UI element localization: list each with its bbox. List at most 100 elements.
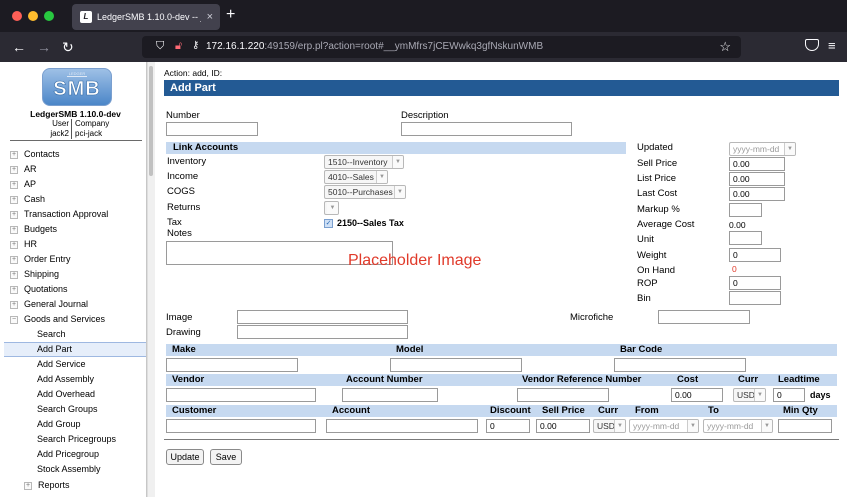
make-input[interactable] [166,358,298,372]
vendor-reference-input[interactable] [517,388,609,402]
sidebar-item-order-entry[interactable]: + Order Entry [4,252,146,267]
url-bar[interactable]: ⛉ 🔓︎ ⚷ 172.16.1.220:49159/erp.pl?action=… [142,36,741,58]
bin-input[interactable] [729,291,781,305]
sidebar-subitem-add-pricegroup[interactable]: Add Pricegroup [4,447,146,462]
sidebar-item-reports[interactable]: + Reports [4,478,146,493]
last-cost-input[interactable]: 0.00 [729,187,785,201]
window-minimize-button[interactable] [28,11,38,21]
sidebar-subitem-search-groups[interactable]: Search Groups [4,402,146,417]
updated-date-input[interactable]: yyyy-mm-dd ▼ [729,142,796,156]
sidebar-item-ar[interactable]: + AR [4,162,146,177]
microfiche-input[interactable] [658,310,750,324]
expand-icon[interactable]: + [10,151,18,159]
sidebar-item-ap[interactable]: + AP [4,177,146,192]
window-zoom-button[interactable] [44,11,54,21]
vendor-cost-input[interactable]: 0.00 [671,388,723,402]
vendor-currency-select[interactable]: USD ▼ [733,388,766,402]
leadtime-input[interactable]: 0 [773,388,805,402]
customer-sell-price-input[interactable]: 0.00 [536,419,590,433]
new-tab-button[interactable]: + [226,6,235,24]
customer-account-input[interactable] [326,419,478,433]
customer-currency-select[interactable]: USD ▼ [593,419,626,433]
star-icon[interactable]: ☆ [719,39,731,55]
tax-checkbox[interactable]: ✓ [324,219,333,228]
expand-icon[interactable]: + [10,181,18,189]
expand-icon[interactable]: + [10,256,18,264]
pocket-icon[interactable] [805,39,819,51]
sidebar-scroll-thumb[interactable] [149,66,153,176]
sidebar-item-quotations[interactable]: + Quotations [4,282,146,297]
update-button[interactable]: Update [166,449,204,465]
sidebar-subitem-add-part[interactable]: Add Part [4,342,146,357]
expand-icon[interactable]: + [10,271,18,279]
sidebar-subitem-stock-assembly[interactable]: Stock Assembly [4,462,146,477]
list-price-label: List Price [637,173,677,184]
browser-tab-active[interactable]: L LedgerSMB 1.10.0-dev -- jack2 × [72,4,220,30]
number-input[interactable] [166,122,258,136]
expand-icon[interactable]: + [24,482,32,490]
sidebar-item-contacts[interactable]: + Contacts [4,147,146,162]
model-input[interactable] [390,358,522,372]
microfiche-label: Microfiche [570,312,614,323]
sidebar-item-budgets[interactable]: + Budgets [4,222,146,237]
expand-icon[interactable]: + [10,211,18,219]
logo-text: SMB [53,78,101,101]
tab-close-icon[interactable]: × [207,10,213,24]
inventory-account-select[interactable]: 1510--Inventory ▼ [324,155,404,169]
account-number-col-header: Account Number [346,374,423,385]
rop-input[interactable]: 0 [729,276,781,290]
list-price-input[interactable]: 0.00 [729,172,785,186]
save-button[interactable]: Save [210,449,242,465]
weight-input[interactable]: 0 [729,248,781,262]
sidebar-item-label: AP [24,179,37,189]
sidebar-subitem-add-service[interactable]: Add Service [4,357,146,372]
expand-icon[interactable]: + [10,241,18,249]
sidebar-item-goods-and-services[interactable]: − Goods and Services [4,312,146,327]
income-account-select[interactable]: 4010--Sales ▼ [324,170,388,184]
returns-account-select[interactable]: ▼ [324,201,339,215]
customer-input[interactable] [166,419,316,433]
cogs-account-select[interactable]: 5010--Purchases ▼ [324,185,406,199]
back-icon[interactable]: ← [12,38,26,56]
drawing-input[interactable] [237,325,408,339]
menu-icon[interactable]: ≡ [828,39,836,53]
url-text[interactable]: 172.16.1.220:49159/erp.pl?action=root#__… [206,41,543,53]
sidebar-scrollbar[interactable] [147,62,155,497]
sidebar-subitem-search-pricegroups[interactable]: Search Pricegroups [4,432,146,447]
sidebar-subitem-add-assembly[interactable]: Add Assembly [4,372,146,387]
sidebar-subitem-add-group[interactable]: Add Group [4,417,146,432]
description-input[interactable] [401,122,572,136]
sell-price-input[interactable]: 0.00 [729,157,785,171]
discount-input[interactable]: 0 [486,419,530,433]
image-input[interactable] [237,310,408,324]
min-qty-input[interactable] [778,419,832,433]
sidebar-subitem-add-overhead[interactable]: Add Overhead [4,387,146,402]
sidebar-item-general-journal[interactable]: + General Journal [4,297,146,312]
unit-input[interactable] [729,231,762,245]
window-close-button[interactable] [12,11,22,21]
to-date-input[interactable]: yyyy-mm-dd ▼ [703,419,773,433]
sidebar-item-shipping[interactable]: + Shipping [4,267,146,282]
sidebar-item-cash[interactable]: + Cash [4,192,146,207]
expand-icon[interactable]: + [10,286,18,294]
key-icon[interactable]: ⚷ [192,40,199,51]
barcode-input[interactable] [614,358,746,372]
shield-icon[interactable]: ⛉ [156,40,164,53]
expand-icon[interactable]: + [10,166,18,174]
expand-icon[interactable]: + [10,301,18,309]
sidebar-subitem-search[interactable]: Search [4,327,146,342]
last-cost-label: Last Cost [637,188,678,199]
expand-icon[interactable]: + [10,196,18,204]
sidebar-item-transaction-approval[interactable]: + Transaction Approval [4,207,146,222]
sidebar-item-hr[interactable]: + HR [4,237,146,252]
vendor-account-number-input[interactable] [342,388,438,402]
from-date-input[interactable]: yyyy-mm-dd ▼ [629,419,699,433]
collapse-icon[interactable]: − [10,316,18,324]
expand-icon[interactable]: + [10,226,18,234]
forward-icon[interactable]: → [37,38,51,56]
markup-input[interactable] [729,203,762,217]
updated-date-placeholder: yyyy-mm-dd [733,144,780,154]
lock-icon[interactable]: 🔓︎ [175,40,182,53]
vendor-input[interactable] [166,388,316,402]
reload-icon[interactable]: ↻ [62,38,74,56]
